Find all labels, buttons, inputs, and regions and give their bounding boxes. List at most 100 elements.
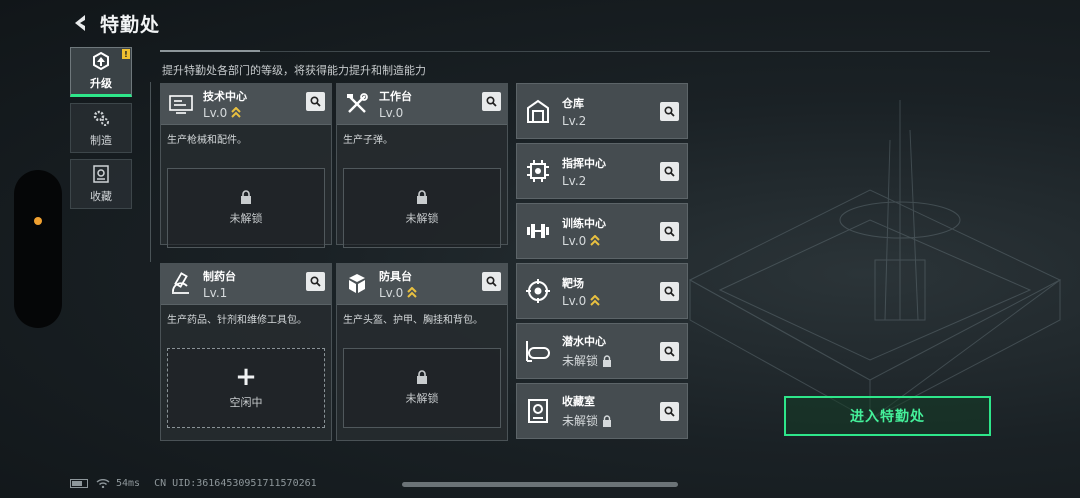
slot-status: 未解锁 bbox=[405, 392, 439, 405]
facility-level: Lv.0 bbox=[562, 293, 587, 308]
facility-warehouse[interactable]: 仓库 Lv.2 bbox=[516, 83, 688, 139]
section-divider bbox=[150, 82, 151, 262]
facility-name: 收藏室 bbox=[562, 395, 595, 408]
tab-manufacture[interactable]: 制造 bbox=[70, 103, 132, 153]
card-tech-center[interactable]: 技术中心 Lv.0 生产枪械和配件。 未解锁 bbox=[160, 83, 332, 248]
plus-icon: + bbox=[235, 362, 257, 392]
enter-button-label: 进入特勤处 bbox=[850, 409, 925, 425]
card-pharmacy[interactable]: 制药台 Lv.1 生产药品、针剂和维修工具包。 + 空闲中 bbox=[160, 263, 332, 441]
tab-label: 收藏 bbox=[90, 190, 112, 203]
search-icon bbox=[664, 106, 675, 117]
page-subtitle: 提升特勤处各部门的等级，将获得能力提升和制造能力 bbox=[162, 64, 426, 77]
card-description: 生产头盔、护甲、胸挂和背包。 bbox=[343, 315, 483, 326]
card-level: Lv.0 bbox=[203, 106, 228, 120]
card-level: Lv.1 bbox=[203, 286, 228, 300]
search-icon bbox=[310, 96, 321, 107]
upgrade-icon bbox=[93, 51, 109, 71]
search-icon bbox=[664, 226, 675, 237]
search-icon bbox=[486, 96, 497, 107]
tab-alert-badge: ! bbox=[122, 49, 130, 59]
facility-name: 潜水中心 bbox=[562, 335, 606, 348]
inspect-button[interactable] bbox=[306, 272, 325, 291]
search-icon bbox=[664, 286, 675, 297]
lock-icon bbox=[417, 190, 427, 204]
search-icon bbox=[664, 166, 675, 177]
back-arrow-icon[interactable] bbox=[70, 12, 92, 34]
side-handle[interactable] bbox=[14, 170, 62, 328]
tab-label: 升级 bbox=[90, 77, 112, 90]
diving-icon bbox=[523, 336, 553, 366]
facility-level: Lv.2 bbox=[562, 173, 587, 188]
uid-text: CN UID:361645309517115702​61 bbox=[154, 477, 317, 489]
armor-bench-icon bbox=[343, 270, 371, 298]
slot-status: 空闲中 bbox=[229, 396, 263, 409]
facility-shooting-range[interactable]: 靶场 Lv.0 bbox=[516, 263, 688, 319]
shooting-range-icon bbox=[523, 276, 553, 306]
lock-icon bbox=[602, 354, 612, 367]
facility-level: Lv.2 bbox=[562, 113, 587, 128]
inspect-button[interactable] bbox=[660, 342, 679, 361]
card-name: 防具台 bbox=[379, 270, 412, 283]
production-slot: 未解锁 bbox=[343, 348, 501, 428]
inspect-button[interactable] bbox=[660, 282, 679, 301]
collection-icon bbox=[93, 165, 109, 183]
facility-name: 靶场 bbox=[562, 276, 584, 290]
card-name: 工作台 bbox=[379, 90, 412, 103]
home-indicator[interactable] bbox=[402, 482, 678, 487]
facility-name: 仓库 bbox=[562, 96, 584, 110]
battery-icon bbox=[70, 478, 88, 488]
page-title: 特勤处 bbox=[100, 13, 161, 36]
search-icon bbox=[310, 276, 321, 287]
card-description: 生产子弹。 bbox=[343, 135, 393, 146]
status-bar: 54ms CN UID:361645309517115702​61 bbox=[70, 476, 317, 490]
inspect-button[interactable] bbox=[306, 92, 325, 111]
inspect-button[interactable] bbox=[660, 162, 679, 181]
facility-level: Lv.0 bbox=[562, 233, 587, 248]
tab-upgrade[interactable]: ! 升级 bbox=[70, 47, 132, 97]
search-icon bbox=[664, 346, 675, 357]
inspect-button[interactable] bbox=[660, 402, 679, 421]
card-workbench[interactable]: 工作台 Lv.0 生产子弹。 未解锁 bbox=[336, 83, 508, 248]
header: 特勤处 bbox=[70, 8, 160, 38]
card-level: Lv.0 bbox=[379, 106, 404, 120]
card-description: 生产枪械和配件。 bbox=[167, 135, 247, 146]
facility-collection-room[interactable]: 收藏室 未解锁 bbox=[516, 383, 688, 439]
upgrade-arrow-icon bbox=[590, 234, 601, 247]
upgrade-arrow-icon bbox=[231, 107, 242, 119]
facility-diving-center[interactable]: 潜水中心 未解锁 bbox=[516, 323, 688, 379]
facility-name: 训练中心 bbox=[562, 216, 606, 230]
header-divider-accent bbox=[160, 50, 260, 52]
production-slot-idle[interactable]: + 空闲中 bbox=[167, 348, 325, 428]
workbench-icon bbox=[343, 90, 371, 118]
card-name: 技术中心 bbox=[203, 90, 247, 103]
tab-collection[interactable]: 收藏 bbox=[70, 159, 132, 209]
lock-icon bbox=[241, 190, 251, 204]
facility-level: 未解锁 bbox=[562, 354, 599, 368]
facility-name: 指挥中心 bbox=[562, 156, 606, 170]
card-name: 制药台 bbox=[203, 270, 236, 283]
lock-icon bbox=[602, 414, 612, 427]
inspect-button[interactable] bbox=[482, 92, 501, 111]
inspect-button[interactable] bbox=[482, 272, 501, 291]
production-slot: 未解锁 bbox=[343, 168, 501, 248]
upgrade-arrow-icon bbox=[590, 294, 601, 307]
wifi-icon bbox=[96, 479, 110, 488]
ping-text: 54ms bbox=[116, 477, 141, 489]
inspect-button[interactable] bbox=[660, 222, 679, 241]
inspect-button[interactable] bbox=[660, 102, 679, 121]
pharmacy-icon bbox=[167, 270, 195, 298]
facility-command-center[interactable]: 指挥中心 Lv.2 bbox=[516, 143, 688, 199]
enter-special-ops-button[interactable]: 进入特勤处 bbox=[784, 396, 991, 436]
facility-training-center[interactable]: 训练中心 Lv.0 bbox=[516, 203, 688, 259]
search-icon bbox=[664, 406, 675, 417]
search-icon bbox=[486, 276, 497, 287]
upgrade-arrow-icon bbox=[407, 287, 418, 299]
card-armor-bench[interactable]: 防具台 Lv.0 生产头盔、护甲、胸挂和背包。 未解锁 bbox=[336, 263, 508, 441]
collection-room-icon bbox=[523, 396, 553, 426]
training-icon bbox=[523, 216, 553, 246]
slot-status: 未解锁 bbox=[229, 212, 263, 225]
lock-icon bbox=[417, 370, 427, 384]
tech-center-icon bbox=[167, 90, 195, 118]
production-slot: 未解锁 bbox=[167, 168, 325, 248]
card-description: 生产药品、针剂和维修工具包。 bbox=[167, 315, 307, 326]
